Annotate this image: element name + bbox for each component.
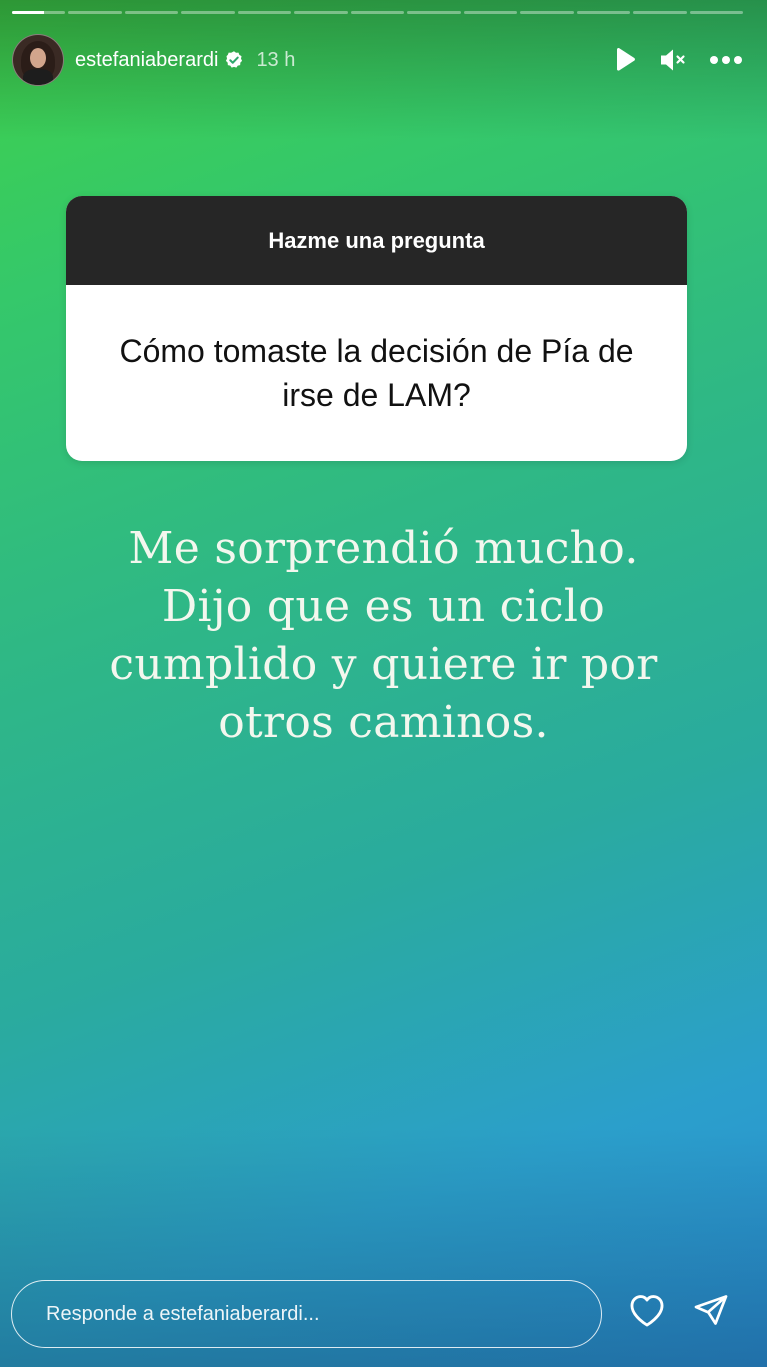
progress-segment — [463, 11, 518, 14]
progress-segment — [576, 11, 631, 14]
answer-line: Dijo que es un ciclo — [161, 581, 606, 632]
answer-line: otros caminos. — [218, 697, 549, 748]
reply-bar[interactable] — [11, 1280, 602, 1348]
progress-segment — [350, 11, 405, 14]
progress-segment — [181, 11, 235, 14]
answer-text: Me sorprendió mucho. Dijo que es un cicl… — [70, 520, 697, 752]
avatar[interactable] — [12, 34, 64, 86]
progress-segment — [68, 11, 122, 14]
verified-badge-icon — [224, 50, 244, 70]
story-progress-bar — [12, 11, 744, 14]
story-timestamp: 13 h — [256, 48, 296, 71]
progress-segment — [12, 11, 66, 14]
more-icon[interactable] — [709, 55, 743, 65]
progress-segment — [294, 11, 348, 14]
play-icon[interactable] — [613, 47, 637, 73]
question-sticker-title: Hazme una pregunta — [66, 196, 687, 285]
username[interactable]: estefaniaberardi — [75, 49, 218, 72]
story-viewer: estefaniaberardi 13 h Hazme una pregunta… — [0, 0, 767, 1367]
mute-icon[interactable] — [659, 47, 687, 73]
progress-segment — [407, 11, 461, 14]
progress-segment — [124, 11, 179, 14]
reply-input[interactable] — [44, 1301, 601, 1327]
story-header: estefaniaberardi 13 h — [12, 33, 743, 87]
question-sticker[interactable]: Hazme una pregunta Cómo tomaste la decis… — [66, 196, 687, 461]
progress-segment — [633, 11, 687, 14]
answer-line: Me sorprendió mucho. — [128, 523, 639, 574]
progress-segment — [237, 11, 292, 14]
progress-segment — [689, 11, 744, 14]
heart-icon[interactable] — [628, 1292, 666, 1328]
progress-segment — [520, 11, 574, 14]
send-icon[interactable] — [693, 1292, 729, 1328]
answer-line: cumplido y quiere ir por — [109, 639, 658, 690]
question-text: Cómo tomaste la decisión de Pía de irse … — [119, 332, 634, 413]
